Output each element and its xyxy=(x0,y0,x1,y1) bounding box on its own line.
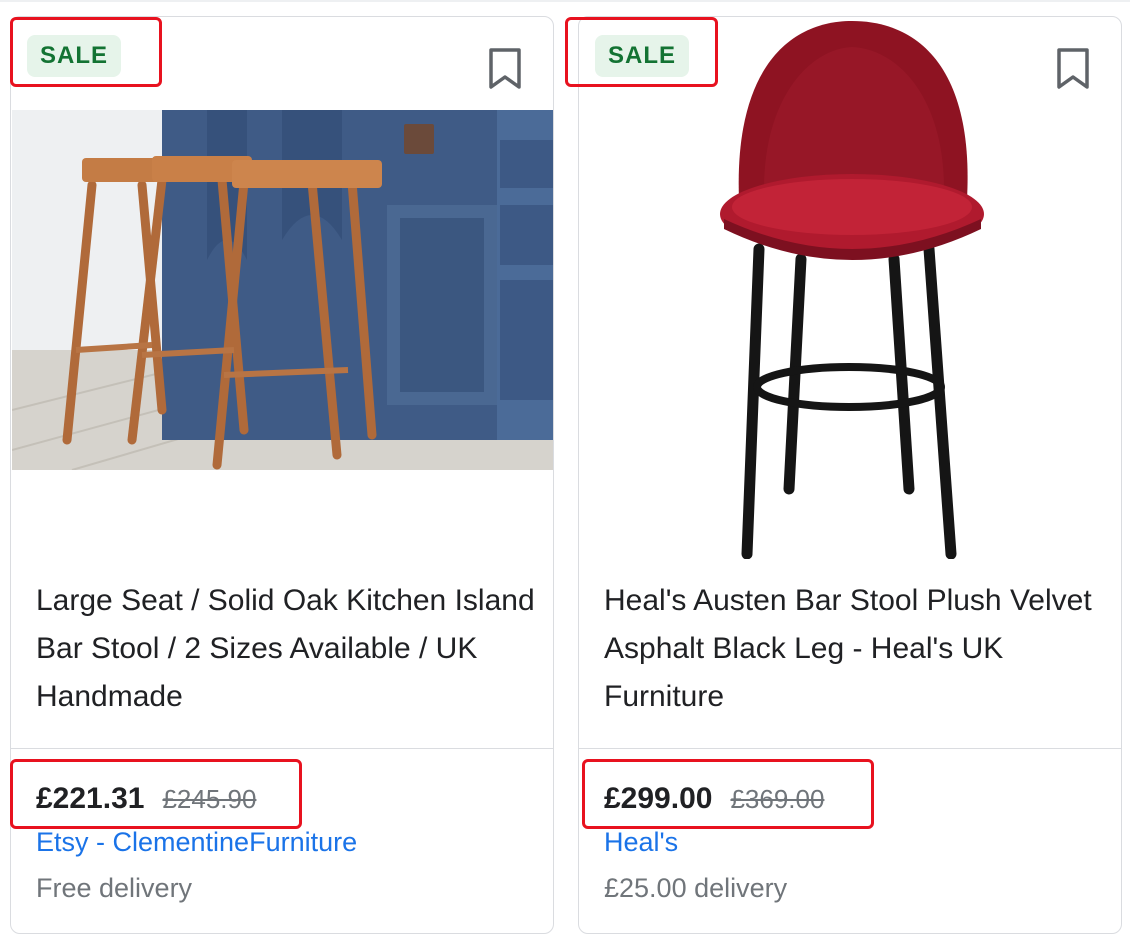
seller-link[interactable]: Etsy - ClementineFurniture xyxy=(36,827,357,858)
product-image-oak-stools[interactable] xyxy=(12,110,553,470)
product-title[interactable]: Large Seat / Solid Oak Kitchen Island Ba… xyxy=(36,577,536,721)
price-highlight-box xyxy=(10,759,302,829)
card-divider xyxy=(579,748,1121,749)
delivery-info: Free delivery xyxy=(36,873,193,903)
top-divider xyxy=(0,0,1130,2)
seller-link[interactable]: Heal's xyxy=(604,827,678,858)
bookmark-icon[interactable] xyxy=(1055,47,1091,91)
sale-highlight-box xyxy=(565,17,718,87)
bookmark-icon[interactable] xyxy=(487,47,523,91)
product-title[interactable]: Heal's Austen Bar Stool Plush Velvet Asp… xyxy=(604,577,1104,721)
card-divider xyxy=(11,748,553,749)
delivery-info: £25.00 delivery xyxy=(604,873,788,903)
product-image-red-velvet-stool[interactable] xyxy=(719,19,989,559)
price-highlight-box xyxy=(582,759,874,829)
sale-highlight-box xyxy=(10,17,162,87)
